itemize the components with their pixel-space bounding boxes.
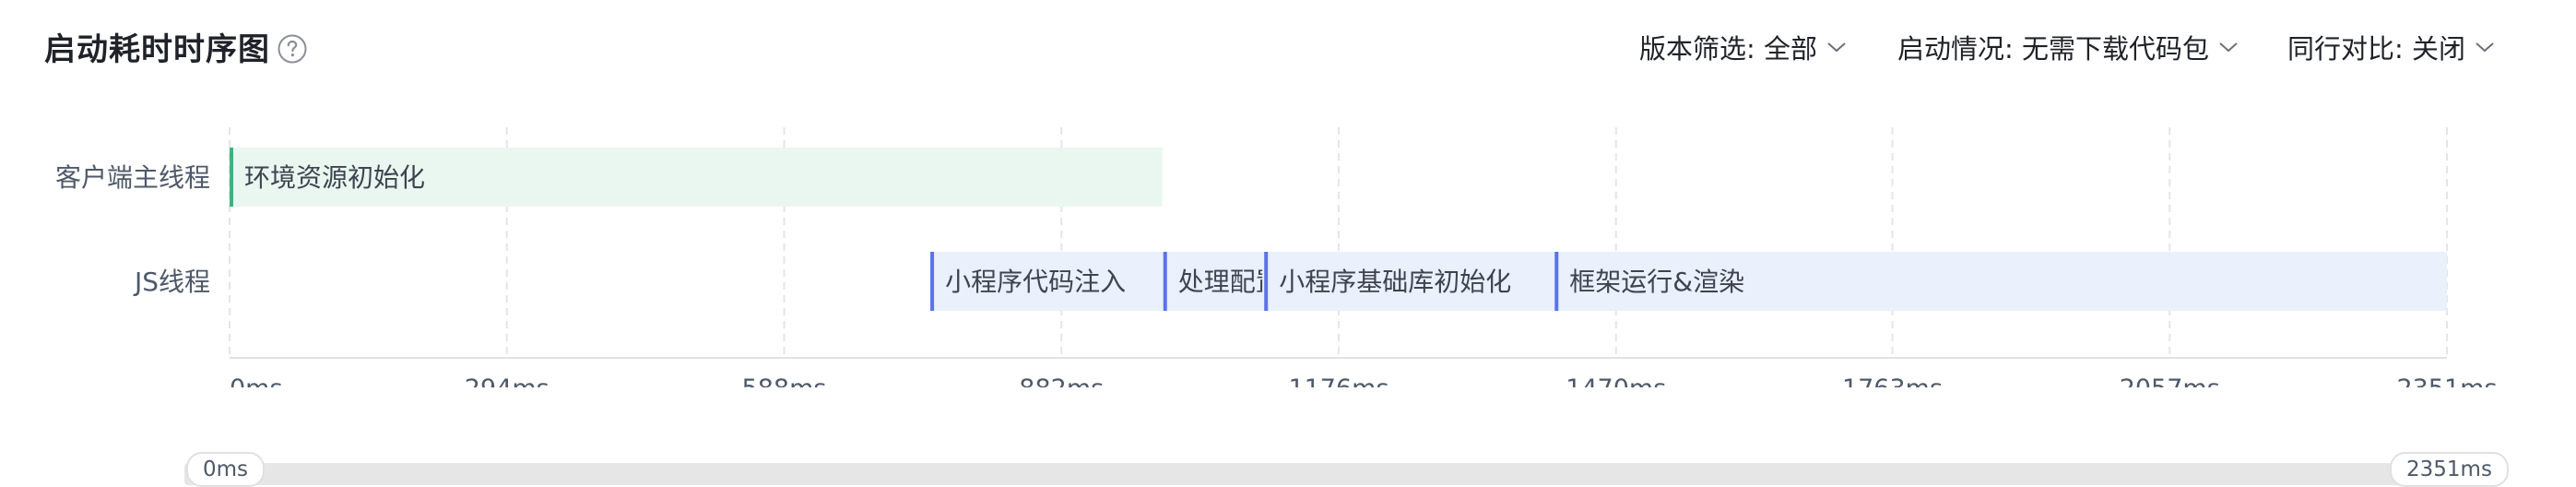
slider-start-handle[interactable]: 0ms — [186, 452, 266, 487]
peer-comparison-dropdown[interactable]: 同行对比: 关闭 — [2287, 28, 2495, 66]
x-tick-label: 1763ms — [1842, 374, 1943, 387]
x-tick-label: 588ms — [742, 374, 827, 387]
row-label: JS线程 — [133, 267, 210, 297]
x-tick-label: 294ms — [465, 374, 549, 387]
startup-timeline-chart: 0ms 294ms 588ms 882ms 1176ms 1470ms 1763ms 2057… — [0, 111, 2576, 387]
segment-label: 小程序基础库初始化 — [1279, 267, 1511, 297]
x-tick-label: 882ms — [1019, 374, 1104, 387]
segment-start-marker — [1264, 252, 1269, 311]
x-tick-label: 1176ms — [1288, 374, 1388, 387]
page-title: 启动耗时时序图 — [44, 31, 270, 68]
version-filter-label: 版本筛选: 全部 — [1639, 33, 1817, 65]
segment-start-marker — [930, 252, 935, 311]
segment-start-marker — [1554, 252, 1559, 311]
row-label: 客户端主线程 — [55, 162, 210, 193]
segment-label: 框架运行&渲染 — [1569, 267, 1744, 297]
chevron-down-icon — [2219, 42, 2238, 53]
segment-start-marker — [230, 148, 233, 207]
question-circle-icon[interactable] — [277, 33, 308, 65]
x-tick-label: 2351ms — [2396, 374, 2497, 387]
x-tick-label: 0ms — [230, 374, 283, 387]
timeline-plot: 0ms 294ms 588ms 882ms 1176ms 1470ms 1763ms 2057… — [55, 127, 2498, 387]
chart-header: 启动耗时时序图 版本筛选: 全部 启动情况: 无需下载代码包 同行对比: 关闭 — [0, 0, 2576, 101]
segment-label: 环境资源初始化 — [244, 162, 425, 193]
slider-track[interactable] — [184, 463, 2499, 485]
chevron-down-icon — [1827, 42, 1846, 53]
version-filter-dropdown[interactable]: 版本筛选: 全部 — [1639, 28, 1847, 66]
launch-condition-dropdown[interactable]: 启动情况: 无需下载代码包 — [1897, 28, 2239, 66]
time-range-slider[interactable]: 0ms 2351ms — [0, 439, 2576, 487]
chevron-down-icon — [2476, 42, 2494, 53]
x-tick-label: 2057ms — [2120, 374, 2220, 387]
peer-comparison-label: 同行对比: 关闭 — [2287, 33, 2465, 65]
launch-condition-label: 启动情况: 无需下载代码包 — [1897, 33, 2209, 65]
segment-label: 小程序代码注入 — [945, 267, 1126, 297]
slider-end-handle[interactable]: 2351ms — [2390, 452, 2509, 487]
segment-start-marker — [1163, 252, 1167, 311]
x-tick-label: 1470ms — [1566, 374, 1666, 387]
